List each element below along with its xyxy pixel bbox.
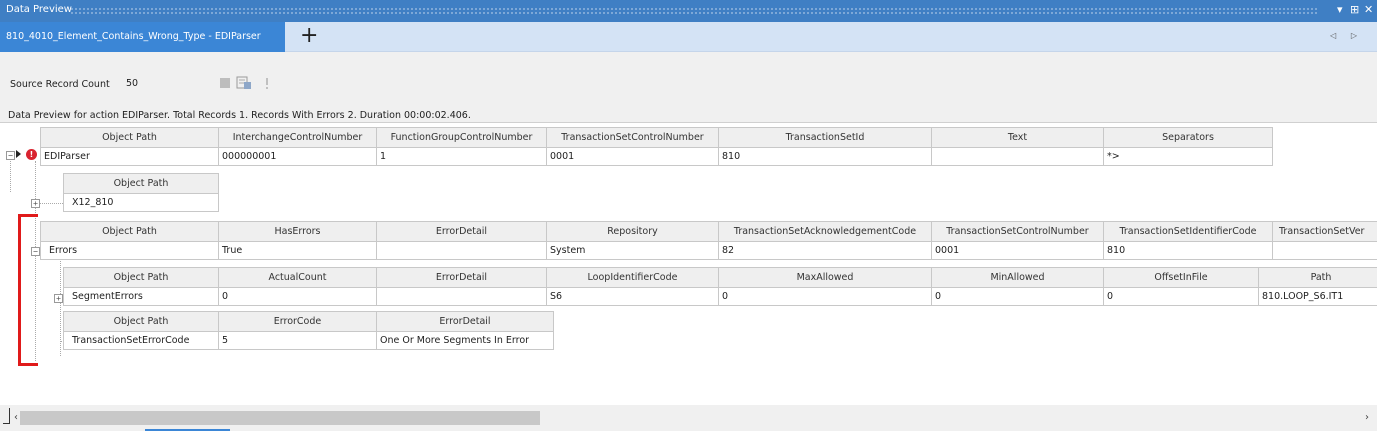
table-cell[interactable] xyxy=(376,241,547,260)
tab-edi-parser[interactable]: 810_4010_Element_Contains_Wrong_Type - E… xyxy=(0,22,285,52)
column-header[interactable]: HasErrors xyxy=(218,221,377,242)
column-header[interactable]: ActualCount xyxy=(218,267,377,288)
column-header[interactable]: Object Path xyxy=(63,173,219,194)
column-header[interactable]: ErrorDetail xyxy=(376,311,554,332)
source-record-count-label: Source Record Count xyxy=(10,79,110,90)
errors-table: Object Path HasErrors ErrorDetail Reposi… xyxy=(40,221,1377,260)
table-cell[interactable]: Errors xyxy=(40,241,219,260)
column-header[interactable]: TransactionSetAcknowledgementCode xyxy=(718,221,932,242)
column-header[interactable]: Text xyxy=(931,127,1104,148)
column-header[interactable]: MinAllowed xyxy=(931,267,1104,288)
scroll-left-icon[interactable]: ‹ xyxy=(14,412,18,423)
column-header[interactable]: Separators xyxy=(1103,127,1273,148)
table-cell[interactable]: 1 xyxy=(376,147,547,166)
column-header[interactable]: Object Path xyxy=(63,311,219,332)
table-cell[interactable]: 0001 xyxy=(931,241,1104,260)
data-grid[interactable]: − ! Object Path InterchangeControlNumber… xyxy=(0,122,1377,405)
source-record-count-input[interactable] xyxy=(123,74,213,92)
column-header[interactable]: LoopIdentifierCode xyxy=(546,267,719,288)
expand-x12-icon[interactable]: + xyxy=(31,199,40,208)
error-icon: ! xyxy=(26,149,37,160)
horizontal-scrollbar[interactable]: ‹ › xyxy=(0,405,1377,431)
table-cell[interactable]: X12_810 xyxy=(63,193,219,212)
table-cell[interactable]: 5 xyxy=(218,331,377,350)
table-row[interactable]: X12_810 xyxy=(63,193,219,212)
toolbar: Source Record Count Data Preview for act… xyxy=(0,52,1377,121)
tab-strip: 810_4010_Element_Contains_Wrong_Type - E… xyxy=(0,22,1377,52)
column-header[interactable]: Repository xyxy=(546,221,719,242)
column-header[interactable]: Object Path xyxy=(40,221,219,242)
table-cell[interactable]: One Or More Segments In Error xyxy=(376,331,554,350)
table-cell[interactable]: S6 xyxy=(546,287,719,306)
current-row-indicator-icon xyxy=(16,150,21,158)
segment-errors-table: Object Path ActualCount ErrorDetail Loop… xyxy=(63,267,1377,306)
close-icon[interactable]: ✕ xyxy=(1364,3,1373,16)
expand-segment-errors-icon[interactable]: + xyxy=(54,294,63,303)
titlebar-grip[interactable] xyxy=(70,7,1317,14)
tab-label: 810_4010_Element_Contains_Wrong_Type - E… xyxy=(6,31,261,42)
tab-nav-arrows[interactable]: ◁ ▷ xyxy=(1330,31,1363,40)
cursor-corner xyxy=(3,408,10,424)
table-row[interactable]: SegmentErrors 0 S6 0 0 0 810.LOOP_S6.IT1 xyxy=(63,287,1377,306)
column-header[interactable]: MaxAllowed xyxy=(718,267,932,288)
ts-error-code-table: Object Path ErrorCode ErrorDetail Transa… xyxy=(63,311,554,350)
table-cell[interactable]: 810 xyxy=(718,147,932,166)
scroll-thumb[interactable] xyxy=(20,411,540,425)
preview-data-icon[interactable] xyxy=(236,76,251,90)
column-header[interactable]: ErrorCode xyxy=(218,311,377,332)
table-cell[interactable]: True xyxy=(218,241,377,260)
table-cell[interactable]: 0 xyxy=(1103,287,1259,306)
collapse-root-icon[interactable]: − xyxy=(6,151,15,160)
table-row[interactable]: TransactionSetErrorCode 5 One Or More Se… xyxy=(63,331,554,350)
column-header[interactable]: TransactionSetVer xyxy=(1272,221,1377,242)
column-header[interactable]: Object Path xyxy=(63,267,219,288)
window-title: Data Preview xyxy=(6,4,72,15)
table-cell[interactable]: 0 xyxy=(718,287,932,306)
column-header[interactable]: FunctionGroupControlNumber xyxy=(376,127,547,148)
table-cell[interactable]: 0 xyxy=(931,287,1104,306)
table-cell[interactable]: *> xyxy=(1103,147,1273,166)
annotation-bracket xyxy=(18,214,38,366)
status-text: Data Preview for action EDIParser. Total… xyxy=(8,110,471,121)
dropdown-icon[interactable]: ▾ xyxy=(1337,3,1343,16)
table-cell[interactable]: 810 xyxy=(1103,241,1273,260)
column-header[interactable]: TransactionSetControlNumber xyxy=(931,221,1104,242)
column-header[interactable]: ErrorDetail xyxy=(376,267,547,288)
table-cell[interactable]: EDIParser xyxy=(40,147,219,166)
root-table: Object Path InterchangeControlNumber Fun… xyxy=(40,127,1273,166)
table-cell[interactable]: 82 xyxy=(718,241,932,260)
column-header[interactable]: ErrorDetail xyxy=(376,221,547,242)
column-header[interactable]: Object Path xyxy=(40,127,219,148)
table-cell[interactable]: SegmentErrors xyxy=(63,287,219,306)
table-row[interactable]: EDIParser 000000001 1 0001 810 *> xyxy=(40,147,1273,166)
stop-icon[interactable] xyxy=(218,76,232,90)
column-header[interactable]: TransactionSetControlNumber xyxy=(546,127,719,148)
scroll-right-icon[interactable]: › xyxy=(1365,412,1369,423)
info-icon[interactable] xyxy=(262,76,276,90)
window-titlebar: Data Preview ▾ ⊞ ✕ xyxy=(0,0,1377,22)
table-cell[interactable] xyxy=(1272,241,1377,260)
table-row[interactable]: Errors True System 82 0001 810 xyxy=(40,241,1377,260)
table-cell[interactable]: 0001 xyxy=(546,147,719,166)
column-header[interactable]: InterchangeControlNumber xyxy=(218,127,377,148)
root-header-row: Object Path InterchangeControlNumber Fun… xyxy=(40,127,1273,148)
table-cell[interactable]: System xyxy=(546,241,719,260)
add-tab-button[interactable]: + xyxy=(300,23,318,48)
table-cell[interactable]: TransactionSetErrorCode xyxy=(63,331,219,350)
table-cell[interactable] xyxy=(931,147,1104,166)
column-header[interactable]: TransactionSetId xyxy=(718,127,932,148)
column-header[interactable]: OffsetInFile xyxy=(1103,267,1259,288)
table-cell[interactable]: 810.LOOP_S6.IT1 xyxy=(1258,287,1377,306)
column-header[interactable]: Path xyxy=(1258,267,1377,288)
table-cell[interactable] xyxy=(376,287,547,306)
column-header[interactable]: TransactionSetIdentifierCode xyxy=(1103,221,1273,242)
table-cell[interactable]: 000000001 xyxy=(218,147,377,166)
pin-icon[interactable]: ⊞ xyxy=(1350,3,1359,16)
x12-table: Object Path X12_810 xyxy=(63,173,219,212)
table-cell[interactable]: 0 xyxy=(218,287,377,306)
